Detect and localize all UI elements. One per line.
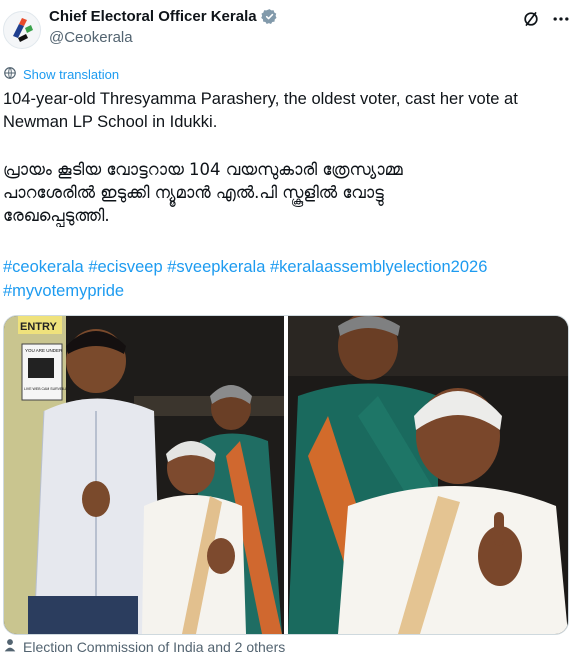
- post-text-malayalam: പ്രായം കൂടിയ വോട്ടറായ 104 വയസുകാരി ത്രേസ…: [3, 158, 573, 227]
- post-text-english: 104-year-old Thresyamma Parashery, the o…: [3, 90, 518, 131]
- globe-icon: [3, 66, 17, 83]
- show-translation-label: Show translation: [23, 67, 120, 82]
- hashtag-link[interactable]: #keralaassemblyelection2026: [270, 258, 487, 276]
- malayalam-line-3: രേഖപ്പെടുത്തി.: [3, 206, 110, 225]
- tagged-users-label: Election Commission of India and 2 other…: [23, 638, 286, 655]
- malayalam-line-1: പ്രായം കൂടിയ വോട്ടറായ 104 വയസുകാരി ത്രേസ…: [3, 160, 403, 179]
- person-icon: [3, 638, 17, 655]
- hashtag-list: #ceokerala #ecisveep #sveepkerala #keral…: [3, 255, 573, 303]
- post-text: 104-year-old Thresyamma Parashery, the o…: [3, 88, 573, 251]
- author-name[interactable]: Chief Electoral Officer Kerala: [49, 8, 257, 25]
- grok-icon[interactable]: [518, 6, 544, 32]
- hashtag-link[interactable]: #ecisveep: [88, 258, 162, 276]
- avatar[interactable]: [3, 11, 41, 49]
- entry-sign-text: ENTRY: [20, 321, 58, 333]
- verified-badge-icon: [260, 8, 278, 25]
- malayalam-line-2: പാറശേരിൽ ഇടുക്കി ന്യൂമാൻ എൽ.പി സ്കൂളിൽ വ…: [3, 183, 384, 202]
- photo-oldest-voter[interactable]: [288, 316, 568, 634]
- show-translation-link[interactable]: Show translation: [3, 66, 119, 83]
- hashtag-link[interactable]: #myvotemypride: [3, 282, 124, 300]
- media-grid: ENTRY YOU ARE UNDER LIVE WEB CAM SURVEIL…: [3, 315, 569, 635]
- post-header: Chief Electoral Officer Kerala @Ceokeral…: [0, 0, 583, 60]
- author-handle[interactable]: @Ceokerala: [49, 29, 133, 46]
- surveillance-sign-text: YOU ARE UNDER: [25, 348, 63, 353]
- hashtag-link[interactable]: #sveepkerala: [167, 258, 265, 276]
- photo-voters-with-official[interactable]: ENTRY YOU ARE UNDER LIVE WEB CAM SURVEIL…: [4, 316, 284, 634]
- hashtag-link[interactable]: #ceokerala: [3, 258, 84, 276]
- more-options-icon[interactable]: [548, 6, 574, 32]
- tagged-users[interactable]: Election Commission of India and 2 other…: [3, 638, 285, 655]
